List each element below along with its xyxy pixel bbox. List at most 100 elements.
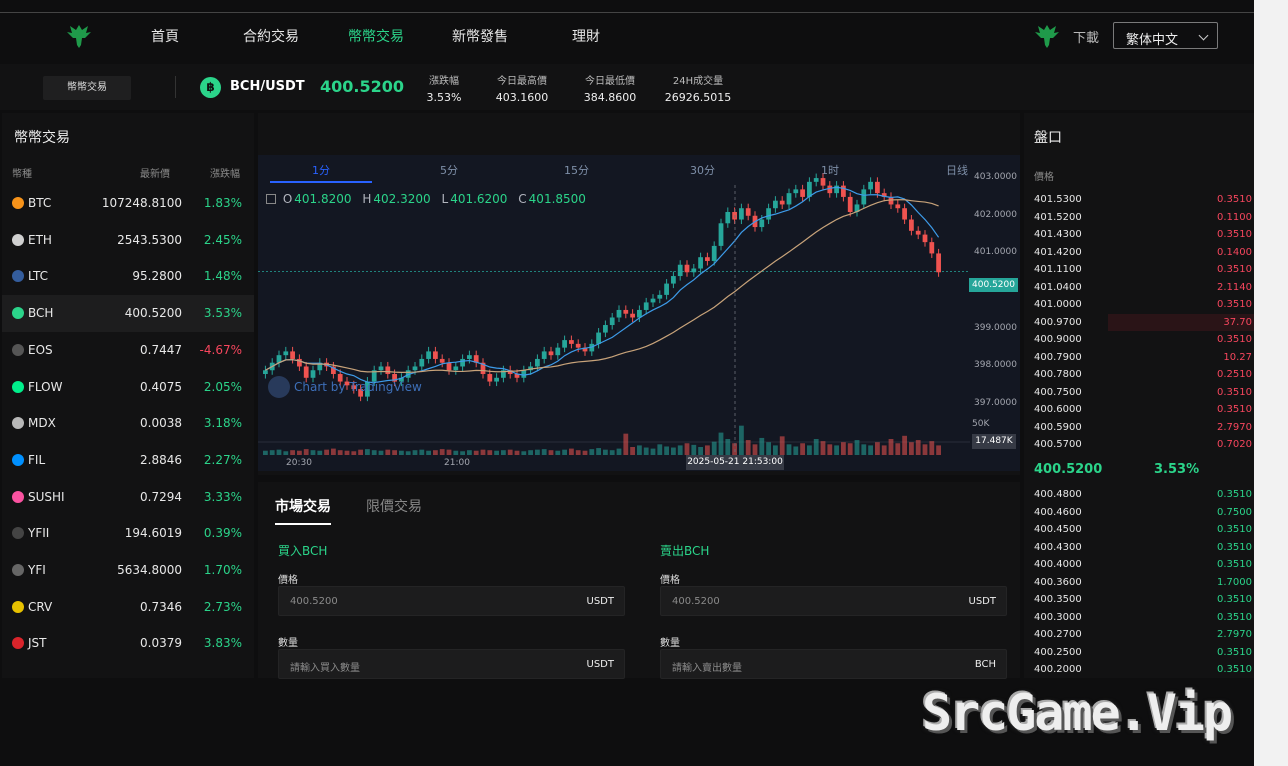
fil-icon [12,453,24,466]
market-row[interactable]: SUSHI 0.7294 3.33% [2,479,254,516]
ask-row[interactable]: 400.5900 2.7970 [1024,419,1254,436]
bid-row[interactable]: 400.2700 2.7970 [1024,626,1254,643]
candle-body [861,189,867,205]
ask-amount: 0.1400 [1217,246,1252,258]
tab-market-trade[interactable]: 市場交易 [275,496,331,516]
sell-qty-field[interactable]: 請輸入賣出數量 BCH [660,649,1007,679]
market-row[interactable]: JST 0.0379 3.83% [2,625,254,662]
market-row[interactable]: EOS 0.7447 -4.67% [2,332,254,369]
ask-price: 400.7800 [1034,369,1082,380]
tradingview-icon [268,376,290,398]
ask-row[interactable]: 400.7800 0.2510 [1024,366,1254,383]
market-row[interactable]: LTC 95.2800 1.48% [2,258,254,295]
market-price: 0.4075 [140,379,182,394]
nav-new-coin[interactable]: 新幣發售 [452,26,508,46]
price-axis-label: 401.0000 [974,247,1017,258]
volume-bar [494,450,499,455]
sell-price-field[interactable]: 400.5200 USDT [660,586,1007,616]
ticker-divider [175,76,176,98]
bid-row[interactable]: 400.3000 0.3510 [1024,609,1254,626]
market-row[interactable]: BCH 400.5200 3.53% [2,295,254,333]
top-nav: 首頁 合約交易 幣幣交易 新幣發售 理財 下載 繁体中文 [0,13,1254,59]
volume-bar [521,451,527,455]
buy-qty-field[interactable]: 請輸入買入數量 USDT [278,649,625,679]
ohlc-toggle-icon[interactable] [266,194,276,204]
volume-bar [691,444,697,455]
market-row[interactable]: FLOW 0.4075 2.05% [2,369,254,406]
ask-row[interactable]: 400.9700 37.70 [1024,313,1254,331]
ask-row[interactable]: 401.1100 0.3510 [1024,261,1254,278]
ask-row[interactable]: 400.6000 0.3510 [1024,401,1254,418]
nav-finance[interactable]: 理財 [572,26,600,46]
volume-bar [453,450,459,455]
stat-value: 403.1600 [495,91,549,104]
buy-price-field[interactable]: 400.5200 USDT [278,586,625,616]
logo-icon[interactable] [64,21,94,51]
volume-bar [371,450,377,455]
market-row[interactable]: ETH 2543.5300 2.45% [2,222,254,259]
ask-row[interactable]: 401.5200 0.1100 [1024,209,1254,226]
ask-row[interactable]: 400.5700 0.7020 [1024,436,1254,453]
market-change: -4.67% [199,342,242,357]
volume-bar [446,449,452,455]
ask-row[interactable]: 401.0000 0.3510 [1024,296,1254,313]
nav-home[interactable]: 首頁 [151,26,179,46]
volume-bar [535,449,540,455]
ask-price: 400.9700 [1034,316,1082,328]
app-download-icon[interactable] [1032,21,1062,51]
bid-row[interactable]: 400.2000 0.3510 [1024,661,1254,678]
pair-select-button[interactable]: 幣幣交易 [43,76,131,100]
bid-row[interactable]: 400.4500 0.3510 [1024,521,1254,538]
nav-contract[interactable]: 合約交易 [243,26,299,46]
volume-bar [501,450,506,455]
market-row[interactable]: YFI 5634.8000 1.70% [2,552,254,589]
candle-body [786,193,792,205]
candle-body [725,211,731,224]
language-select[interactable]: 繁体中文 [1113,22,1218,49]
ask-amount: 10.27 [1223,351,1252,363]
ask-row[interactable]: 401.0400 2.1140 [1024,279,1254,296]
market-row[interactable]: CRV 0.7346 2.73% [2,589,254,626]
download-link[interactable]: 下載 [1073,27,1099,46]
candle-body [698,257,703,269]
candle-body [827,185,833,194]
bid-row[interactable]: 400.3500 0.3510 [1024,591,1254,608]
bid-row[interactable]: 400.3600 1.7000 [1024,574,1254,591]
ask-row[interactable]: 400.7500 0.3510 [1024,384,1254,401]
ask-row[interactable]: 400.7900 10.27 [1024,349,1254,366]
bid-row[interactable]: 400.4800 0.3510 [1024,486,1254,503]
sell-price-value: 400.5200 [672,596,720,607]
market-symbol: CRV [28,599,53,614]
bid-amount: 0.3510 [1217,646,1252,658]
eos-icon [12,343,24,356]
nav-spot[interactable]: 幣幣交易 [348,26,404,46]
market-change: 1.83% [203,196,242,210]
price-chart[interactable]: 1分 5分 15分 30分 1时 日线 O 401.8200 H 402.3200 L 401.… [258,155,1020,471]
bid-row[interactable]: 400.4600 0.7500 [1024,504,1254,521]
ask-row[interactable]: 401.5300 0.3510 [1024,191,1254,208]
volume-bar [263,450,268,455]
market-row[interactable]: FIL 2.8846 2.27% [2,442,254,479]
volume-bar [745,440,751,455]
ask-price: 401.4200 [1034,246,1082,258]
ask-row[interactable]: 400.9000 0.3510 [1024,331,1254,348]
ask-amount: 0.3510 [1217,264,1252,275]
bid-row[interactable]: 400.4000 0.3510 [1024,556,1254,573]
bid-amount: 2.7970 [1217,629,1252,640]
ask-row[interactable]: 401.4300 0.3510 [1024,226,1254,243]
stat-value: 26926.5015 [664,91,732,104]
market-row[interactable]: YFII 194.6019 0.39% [2,515,254,552]
volume-bar [902,435,907,455]
candle-body [467,355,472,359]
market-row[interactable]: BTC 107248.8100 1.83% [2,185,254,222]
market-symbol: EOS [28,342,53,357]
candle-body [378,366,384,371]
ask-amount: 0.3510 [1217,229,1252,240]
ask-row[interactable]: 401.4200 0.1400 [1024,244,1254,261]
bid-row[interactable]: 400.2500 0.3510 [1024,644,1254,661]
market-price: 400.5200 [124,306,182,321]
volume-bar [834,445,839,455]
market-row[interactable]: MDX 0.0038 3.18% [2,405,254,442]
tab-limit-trade[interactable]: 限價交易 [366,496,422,516]
bid-row[interactable]: 400.4300 0.3510 [1024,539,1254,556]
